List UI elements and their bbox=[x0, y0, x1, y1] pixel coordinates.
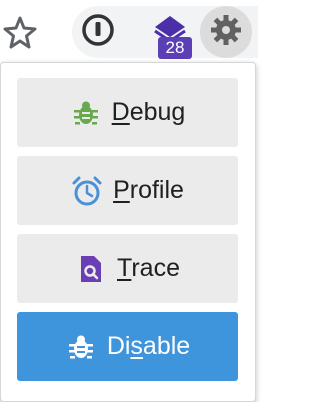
disable-button[interactable]: Disable bbox=[17, 312, 238, 381]
alarm-clock-icon bbox=[71, 175, 103, 207]
star-icon[interactable] bbox=[0, 12, 40, 52]
bug-icon bbox=[70, 97, 102, 129]
debug-button[interactable]: Debug bbox=[17, 78, 238, 147]
debug-label: Debug bbox=[111, 98, 186, 126]
trace-label: Trace bbox=[117, 254, 180, 282]
disable-label: Disable bbox=[106, 332, 191, 360]
gear-bug-icon bbox=[209, 13, 243, 52]
document-search-icon bbox=[75, 253, 107, 285]
profile-label: Profile bbox=[113, 176, 184, 204]
profile-button[interactable]: Profile bbox=[17, 156, 238, 225]
trace-button[interactable]: Trace bbox=[17, 234, 238, 303]
bug-icon bbox=[65, 331, 97, 363]
onepassword-extension-button[interactable] bbox=[72, 6, 124, 58]
debug-extension-button[interactable] bbox=[200, 6, 252, 58]
browser-toolbar: 28 bbox=[0, 0, 258, 62]
extension-badge: 28 bbox=[158, 37, 192, 59]
keyhole-icon bbox=[80, 12, 116, 53]
